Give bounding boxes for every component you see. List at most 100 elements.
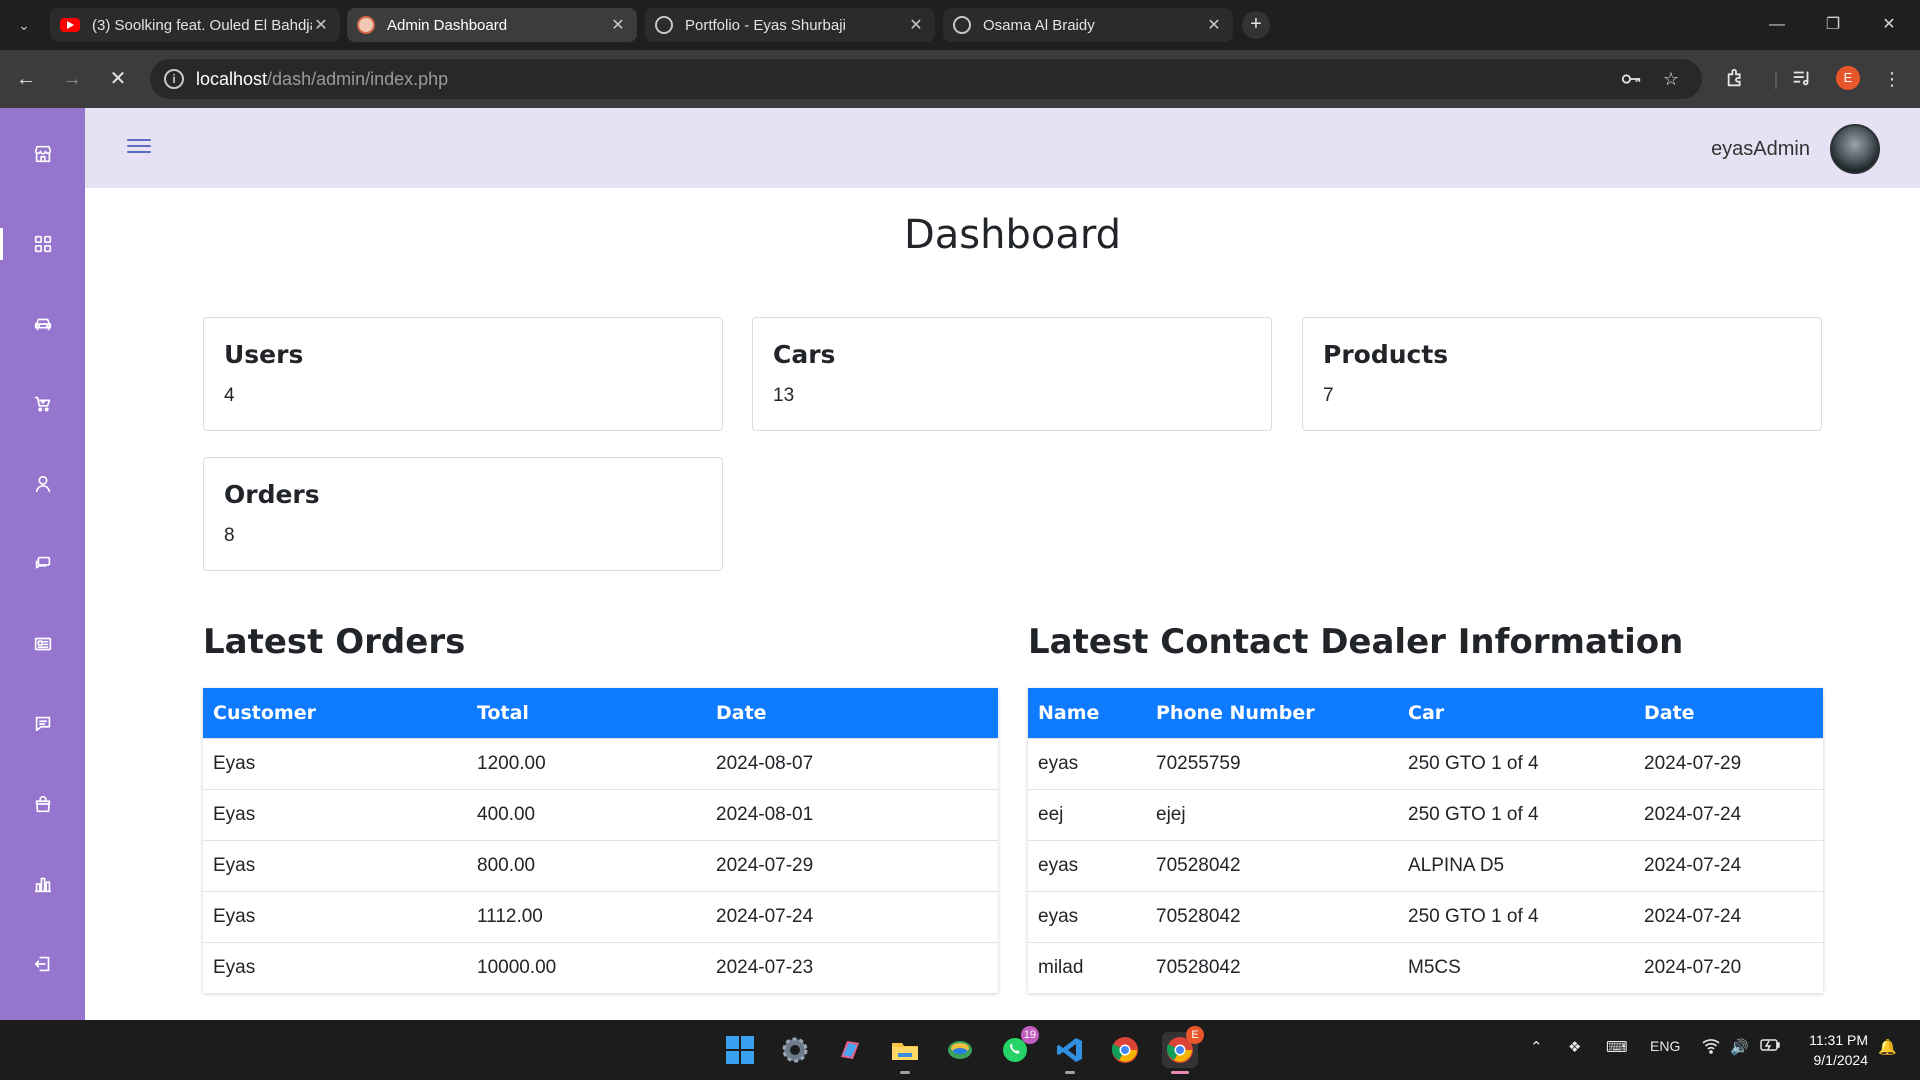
close-tab-icon[interactable]: ✕ <box>312 15 330 35</box>
windows-start-icon[interactable] <box>722 1032 758 1068</box>
grid-icon <box>34 235 51 253</box>
sidebar-item-news[interactable] <box>0 624 85 664</box>
table-cell: eyas <box>1028 737 1146 789</box>
extensions-icon[interactable] <box>1724 67 1748 91</box>
stat-label: Orders <box>224 480 320 509</box>
column-header: Name <box>1028 688 1146 738</box>
stat-value: 7 <box>1323 385 1334 406</box>
address-url[interactable]: localhost/dash/admin/index.php <box>196 69 448 90</box>
sidebar-item-cart[interactable] <box>0 384 85 424</box>
chrome-profile-icon[interactable]: E <box>1162 1026 1204 1074</box>
sidebar-item-store[interactable] <box>0 134 85 174</box>
latest-contacts-title: Latest Contact Dealer Information <box>1028 622 1684 662</box>
close-tab-icon[interactable]: ✕ <box>907 15 925 35</box>
minimize-icon[interactable]: — <box>1754 12 1800 38</box>
close-window-icon[interactable]: ✕ <box>1866 12 1912 38</box>
browser-tab-osama[interactable]: Osama Al Braidy ✕ <box>943 8 1233 42</box>
new-tab-button[interactable]: + <box>1242 11 1270 39</box>
table-cell: 1112.00 <box>467 890 706 942</box>
car-icon <box>34 318 51 331</box>
sidebar-item-dashboard[interactable] <box>0 224 85 264</box>
table-cell: 2024-07-24 <box>1634 839 1823 891</box>
notification-bell-icon[interactable]: 🔔 <box>1878 1038 1897 1056</box>
close-tab-icon[interactable]: ✕ <box>609 15 627 35</box>
vscode-icon[interactable] <box>1052 1032 1088 1074</box>
settings-icon[interactable] <box>777 1032 813 1068</box>
back-arrow-icon[interactable]: ← <box>14 67 38 91</box>
table-cell: milad <box>1028 941 1146 993</box>
close-tab-icon[interactable]: ✕ <box>1205 15 1223 35</box>
profile-avatar[interactable]: E <box>1836 66 1860 90</box>
page-title: Dashboard <box>903 212 1121 258</box>
table-row: Eyas 400.00 2024-08-01 <box>203 788 998 840</box>
copilot-icon[interactable] <box>832 1032 868 1068</box>
stat-value: 8 <box>224 525 235 546</box>
windows-taskbar: 19 E ⌃ ❖ ⌨ ENG 🔊 11:31 PM 9/1/2024 🔔 <box>0 1020 1920 1080</box>
tab-title: (3) Soolking feat. Ouled El Bahdja - Gue… <box>92 16 312 34</box>
browser-tab-admin-dashboard[interactable]: Admin Dashboard ✕ <box>347 8 637 42</box>
stat-label: Cars <box>773 340 836 369</box>
photos-icon[interactable] <box>942 1032 978 1068</box>
browser-tab-portfolio[interactable]: Portfolio - Eyas Shurbaji ✕ <box>645 8 935 42</box>
sidebar-item-users[interactable] <box>0 464 85 504</box>
table-cell: 250 GTO 1 of 4 <box>1398 890 1634 942</box>
header-username[interactable]: eyasAdmin <box>1711 138 1810 161</box>
browser-tab-youtube[interactable]: (3) Soolking feat. Ouled El Bahdja - Gue… <box>50 8 340 42</box>
file-explorer-icon[interactable] <box>887 1032 923 1074</box>
stop-loading-icon[interactable]: ✕ <box>106 67 130 91</box>
tab-title: Osama Al Braidy <box>983 16 1095 34</box>
tab-search-chevron-icon[interactable]: ⌄ <box>12 13 36 37</box>
table-cell: 2024-08-07 <box>706 737 998 789</box>
table-cell: 250 GTO 1 of 4 <box>1398 737 1634 789</box>
logout-icon <box>34 956 49 972</box>
table-cell: Eyas <box>203 839 467 891</box>
sidebar-item-logout[interactable] <box>0 944 85 984</box>
keyboard-icon[interactable]: ⌨ <box>1606 1038 1628 1056</box>
forward-arrow-icon[interactable]: → <box>60 67 84 91</box>
stat-label: Users <box>224 340 304 369</box>
youtube-icon <box>60 18 80 32</box>
media-controls-icon[interactable] <box>1790 67 1814 91</box>
notification-badge: 19 <box>1020 1026 1039 1044</box>
clock-date: 9/1/2024 <box>1813 1052 1869 1068</box>
globe-icon <box>655 16 673 34</box>
table-header-row: Name Phone Number Car Date <box>1028 688 1823 738</box>
system-clock[interactable]: 11:31 PM 9/1/2024 <box>1800 1030 1868 1070</box>
table-cell: 800.00 <box>467 839 706 891</box>
stat-card-cars: Cars 13 <box>752 317 1272 431</box>
user-icon <box>35 475 50 493</box>
dropbox-icon[interactable]: ❖ <box>1568 1038 1581 1056</box>
volume-icon[interactable]: 🔊 <box>1730 1038 1749 1056</box>
table-cell: 70255759 <box>1146 737 1398 789</box>
latest-orders-title: Latest Orders <box>203 622 466 662</box>
table-cell: M5CS <box>1398 941 1634 993</box>
wifi-icon[interactable] <box>1702 1038 1720 1058</box>
column-header: Phone Number <box>1146 688 1398 738</box>
language-indicator[interactable]: ENG <box>1650 1038 1680 1054</box>
sidebar-item-contacts[interactable] <box>0 544 85 584</box>
newspaper-icon <box>34 637 51 651</box>
automotive-hub-logo[interactable] <box>1830 124 1880 174</box>
bookmark-star-icon[interactable]: ☆ <box>1660 68 1682 90</box>
whatsapp-icon[interactable]: 19 <box>997 1026 1039 1068</box>
chrome-icon[interactable] <box>1107 1032 1143 1068</box>
browser-menu-icon[interactable]: ⋮ <box>1880 67 1904 91</box>
site-info-icon[interactable]: i <box>164 69 184 89</box>
show-hidden-icons-chevron-icon[interactable]: ⌃ <box>1530 1038 1543 1056</box>
sidebar-item-reports[interactable] <box>0 864 85 904</box>
sidebar-item-messages[interactable] <box>0 704 85 744</box>
restore-icon[interactable]: ❐ <box>1810 12 1856 38</box>
table-cell: ALPINA D5 <box>1398 839 1634 891</box>
admin-site-icon <box>357 16 375 34</box>
table-cell: Eyas <box>203 737 467 789</box>
password-key-icon[interactable] <box>1620 68 1642 90</box>
toolbar-divider: | <box>1773 69 1779 89</box>
sidebar-item-products[interactable] <box>0 784 85 824</box>
sidebar-item-cars[interactable] <box>0 304 85 344</box>
menu-toggle-icon[interactable] <box>127 135 151 159</box>
chat-bubbles-icon <box>35 556 50 569</box>
stat-card-orders: Orders 8 <box>203 457 723 571</box>
table-cell: 2024-07-24 <box>1634 890 1823 942</box>
address-bar[interactable]: i localhost/dash/admin/index.php ☆ <box>150 59 1702 99</box>
battery-icon[interactable] <box>1760 1038 1780 1056</box>
